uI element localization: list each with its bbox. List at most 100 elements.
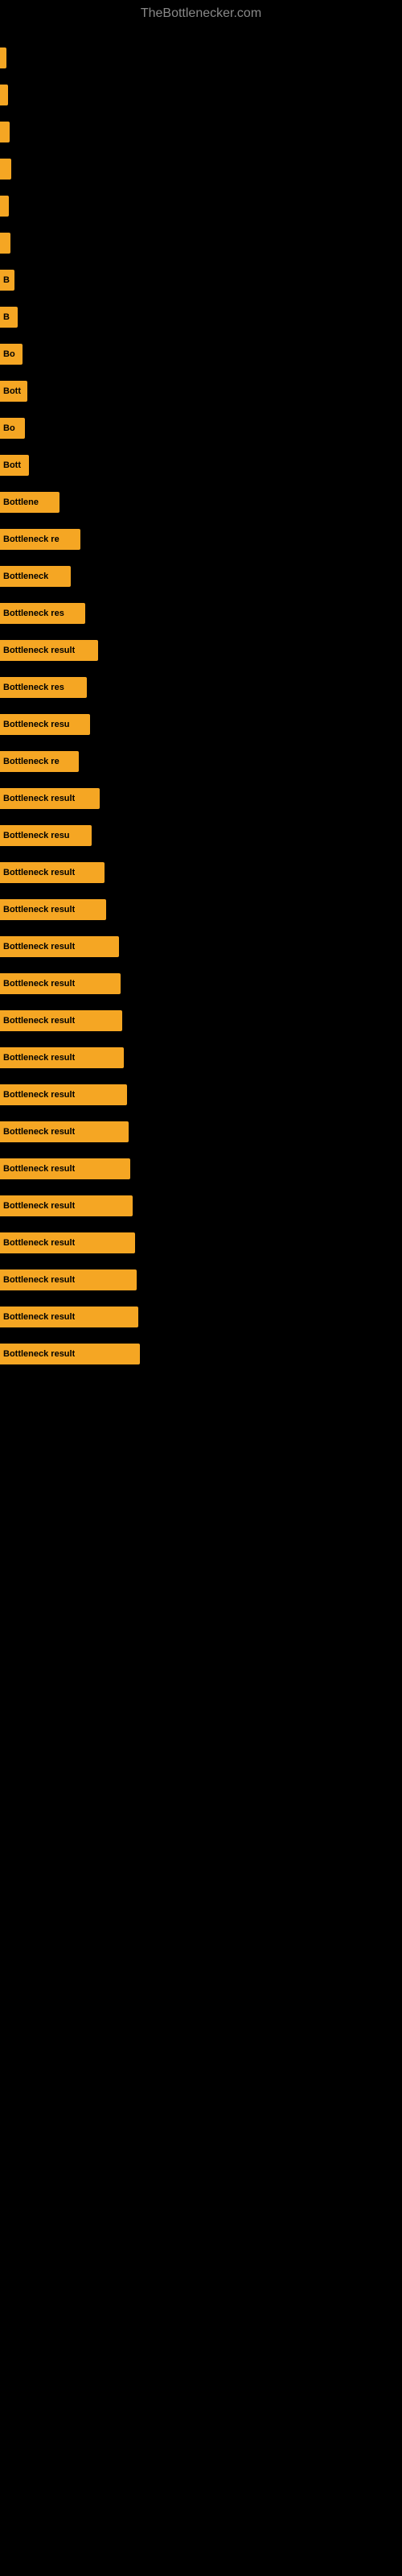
bar-item: Bottleneck res (0, 677, 87, 698)
bar-label: Bottleneck result (3, 794, 75, 803)
bar-item: Bottleneck result (0, 640, 98, 661)
bar-label: Bottleneck result (3, 1275, 75, 1285)
bar-row (0, 188, 402, 224)
bar-item: Bottleneck re (0, 529, 80, 550)
bar-label: B (3, 312, 10, 322)
bar-row: Bottleneck result (0, 1299, 402, 1335)
bar-row: Bottleneck resu (0, 818, 402, 853)
bar-row: Bottleneck res (0, 670, 402, 705)
bar-label: Bottleneck result (3, 979, 75, 989)
bar-item (0, 196, 9, 217)
bar-row: Bott (0, 448, 402, 483)
bar-row (0, 40, 402, 76)
bar-label: Bottleneck resu (3, 831, 70, 840)
bar-row (0, 225, 402, 261)
bar-item: Bottleneck (0, 566, 71, 587)
bar-item: Bottleneck result (0, 1344, 140, 1364)
bar-item (0, 85, 8, 105)
bars-container: B B Bo Bott Bo Bott Bottlene Bottleneck re Bottl… (0, 24, 402, 1373)
bar-label: Bottleneck res (3, 683, 64, 692)
bar-item: B (0, 270, 14, 291)
bar-label: Bo (3, 349, 15, 359)
bar-row: Bottleneck result (0, 1003, 402, 1038)
bar-label: Bottleneck result (3, 905, 75, 914)
bar-item (0, 233, 10, 254)
bar-row: Bottleneck result (0, 1077, 402, 1113)
bar-item: Bottleneck res (0, 603, 85, 624)
bar-label: Bottleneck result (3, 868, 75, 877)
bar-row: Bo (0, 411, 402, 446)
bar-label: Bottleneck result (3, 1238, 75, 1248)
bar-row: Bottleneck re (0, 522, 402, 557)
bar-label: Bottleneck result (3, 646, 75, 655)
bar-label: Bottleneck res (3, 609, 64, 618)
bar-label: Bottleneck re (3, 535, 59, 544)
bar-row: Bott (0, 374, 402, 409)
bar-row: Bottleneck result (0, 1114, 402, 1150)
bar-label: Bottleneck result (3, 1312, 75, 1322)
bar-item (0, 47, 6, 68)
bar-row: Bottleneck result (0, 1225, 402, 1261)
bar-row: Bottleneck result (0, 1262, 402, 1298)
bar-row: Bottleneck result (0, 855, 402, 890)
bar-label: Bottleneck resu (3, 720, 70, 729)
bar-item: Bottleneck result (0, 1010, 122, 1031)
bar-item: Bottleneck result (0, 1269, 137, 1290)
bar-item: Bottleneck result (0, 1195, 133, 1216)
bar-label: Bottleneck result (3, 1053, 75, 1063)
bar-item: Bottleneck result (0, 862, 105, 883)
bar-label: Bottleneck (3, 572, 48, 581)
bar-item: Bo (0, 418, 25, 439)
bar-row: Bottleneck result (0, 781, 402, 816)
bar-item: Bottleneck resu (0, 714, 90, 735)
bar-row: Bottleneck res (0, 596, 402, 631)
bar-item: Bottleneck result (0, 936, 119, 957)
bar-row: Bottlene (0, 485, 402, 520)
bar-row (0, 151, 402, 187)
bar-label: Bottleneck result (3, 1201, 75, 1211)
bar-item: Bott (0, 455, 29, 476)
bar-label: Bottleneck result (3, 942, 75, 952)
bar-row: B (0, 262, 402, 298)
bar-row: Bottleneck result (0, 633, 402, 668)
bar-item: Bottleneck result (0, 1307, 138, 1327)
bar-row: Bottleneck result (0, 1336, 402, 1372)
bar-item: Bottleneck result (0, 1158, 130, 1179)
bar-item: Bottleneck result (0, 1232, 135, 1253)
bar-row: Bottleneck resu (0, 707, 402, 742)
bar-item: Bottleneck re (0, 751, 79, 772)
bar-label: Bottleneck result (3, 1090, 75, 1100)
bar-row: Bottleneck result (0, 1151, 402, 1187)
bar-item: Bottleneck result (0, 973, 121, 994)
bar-item: Bottleneck result (0, 1047, 124, 1068)
bar-label: Bottleneck result (3, 1164, 75, 1174)
bar-row: Bottleneck result (0, 1188, 402, 1224)
bar-label: B (3, 275, 10, 285)
bar-label: Bottleneck result (3, 1016, 75, 1026)
bar-row: Bottleneck result (0, 892, 402, 927)
bar-item: Bott (0, 381, 27, 402)
bar-label: Bottleneck result (3, 1349, 75, 1359)
bar-item: Bottleneck resu (0, 825, 92, 846)
bar-label: Bottleneck result (3, 1127, 75, 1137)
bar-row: Bottleneck result (0, 1040, 402, 1075)
bar-item: Bo (0, 344, 23, 365)
bar-row (0, 77, 402, 113)
site-title: TheBottlenecker.com (0, 0, 402, 24)
bar-row: Bo (0, 336, 402, 372)
bar-row: B (0, 299, 402, 335)
bar-item: B (0, 307, 18, 328)
bar-row (0, 114, 402, 150)
bar-label: Bott (3, 460, 21, 470)
bar-label: Bott (3, 386, 21, 396)
bar-row: Bottleneck re (0, 744, 402, 779)
bar-label: Bottlene (3, 497, 39, 507)
bar-label: Bo (3, 423, 15, 433)
bar-row: Bottleneck result (0, 929, 402, 964)
bar-label: Bottleneck re (3, 757, 59, 766)
bar-item: Bottlene (0, 492, 59, 513)
bar-row: Bottleneck (0, 559, 402, 594)
bar-row: Bottleneck result (0, 966, 402, 1001)
bar-item: Bottleneck result (0, 1084, 127, 1105)
bar-item (0, 159, 11, 180)
